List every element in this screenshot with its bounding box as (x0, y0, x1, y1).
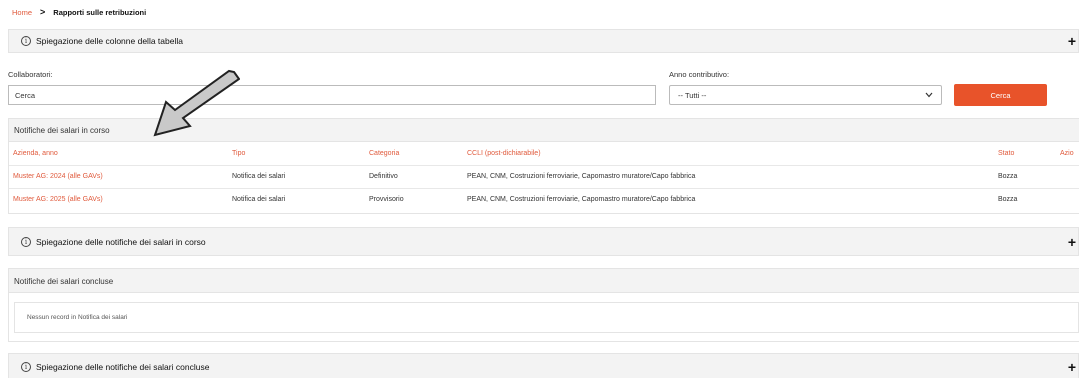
table-header-row: Azienda, anno Tipo Categoria CCLI (post-… (9, 143, 1079, 165)
concluded-explanation-title: Spiegazione delle notifiche dei salari c… (36, 362, 210, 372)
category-cell: Provvisorio (365, 187, 463, 211)
concluded-notifications-header (9, 269, 1079, 293)
year-select[interactable]: -- Tutti -- (669, 85, 942, 105)
empty-state-message: Nessun record in Notifica dei salari (14, 302, 1079, 333)
column-header-ccli[interactable]: CCLI (post-dichiarabile) (463, 143, 994, 165)
status-cell: Bozza (994, 164, 1056, 188)
breadcrumb-home-link[interactable]: Home (12, 8, 32, 17)
year-select-value: -- Tutti -- (678, 90, 707, 100)
columns-explanation-title: Spiegazione delle colonne della tabella (36, 36, 183, 46)
columns-explanation-panel[interactable]: i Spiegazione delle colonne della tabell… (8, 29, 1079, 53)
type-cell: Notifica dei salari (228, 187, 365, 211)
expand-plus-icon[interactable]: + (1068, 34, 1076, 48)
concluded-explanation-panel[interactable]: i Spiegazione delle notifiche dei salari… (8, 353, 1079, 378)
column-header-category[interactable]: Categoria (365, 143, 463, 165)
year-label: Anno contributivo: (669, 70, 730, 79)
collaborators-label: Collaboratori: (8, 70, 53, 79)
ccli-cell: PEAN, CNM, Costruzioni ferroviarie, Capo… (463, 164, 994, 188)
info-icon: i (21, 36, 31, 46)
column-header-actions[interactable]: Azio (1056, 143, 1079, 165)
search-button[interactable]: Cerca (954, 84, 1047, 106)
column-header-status[interactable]: Stato (994, 143, 1056, 165)
company-year-link[interactable]: Muster AG: 2024 (alle GAVs) (9, 164, 228, 188)
info-icon: i (21, 362, 31, 372)
breadcrumb-current: Rapporti sulle retribuzioni (53, 7, 147, 17)
category-cell: Definitivo (365, 164, 463, 188)
table-row: Muster AG: 2025 (alle GAVs) Notifica dei… (9, 187, 1079, 211)
ongoing-explanation-panel[interactable]: i Spiegazione delle notifiche dei salari… (8, 227, 1079, 256)
ongoing-explanation-title: Spiegazione delle notifiche dei salari i… (36, 236, 206, 247)
ccli-cell: PEAN, CNM, Costruzioni ferroviarie, Capo… (463, 187, 994, 211)
actions-cell[interactable] (1056, 187, 1079, 211)
ongoing-notifications-title: Notifiche dei salari in corso (14, 126, 110, 135)
type-cell: Notifica dei salari (228, 164, 365, 188)
breadcrumb-separator-icon: > (40, 7, 46, 17)
arrow-pointer-icon (153, 69, 240, 137)
expand-plus-icon[interactable]: + (1068, 360, 1076, 374)
concluded-notifications-title: Notifiche dei salari concluse (14, 277, 114, 286)
ongoing-notifications-table: Azienda, anno Tipo Categoria CCLI (post-… (9, 143, 1079, 211)
table-row: Muster AG: 2024 (alle GAVs) Notifica dei… (9, 164, 1079, 188)
expand-plus-icon[interactable]: + (1068, 235, 1076, 249)
collaborators-search-input[interactable]: Cerca (8, 85, 656, 105)
empty-state-text: Nessun record in Notifica dei salari (27, 314, 128, 321)
actions-cell[interactable] (1056, 164, 1079, 188)
status-cell: Bozza (994, 187, 1056, 211)
chevron-down-icon (925, 92, 933, 98)
column-header-type[interactable]: Tipo (228, 143, 365, 165)
collaborators-search-value: Cerca (15, 90, 36, 100)
breadcrumb: Home > Rapporti sulle retribuzioni (12, 7, 146, 17)
column-header-company-year[interactable]: Azienda, anno (9, 143, 228, 165)
info-icon: i (21, 236, 31, 247)
company-year-link[interactable]: Muster AG: 2025 (alle GAVs) (9, 187, 228, 211)
